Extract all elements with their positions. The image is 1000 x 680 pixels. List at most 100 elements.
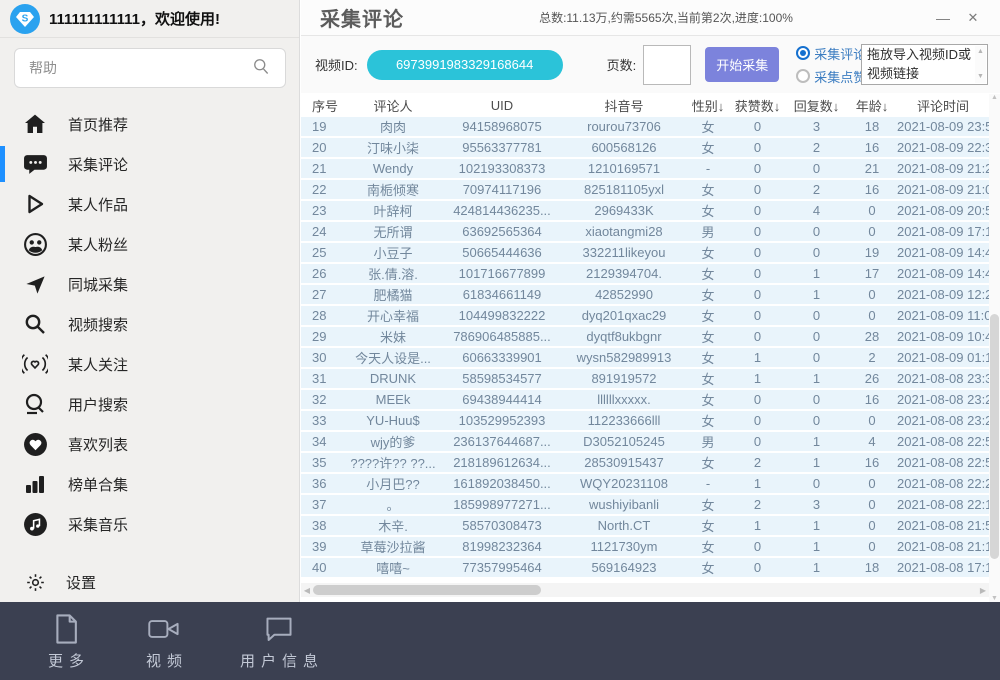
cell: 2021-08-08 23:2 (897, 411, 989, 430)
vertical-scrollbar[interactable]: ▲ ▼ (989, 94, 1000, 602)
cell: wjy的爹 (343, 432, 443, 451)
sidebar-item-label: 采集音乐 (68, 514, 128, 535)
search-box[interactable]: 帮助 (14, 48, 286, 88)
sidebar-item-9[interactable]: 榜单合集 (0, 464, 300, 504)
app-window: S 111111111111，欢迎使用! 帮助 首页推荐采集评论某人作品某人粉丝… (0, 0, 1000, 680)
sidebar-item-8[interactable]: 喜欢列表 (0, 424, 300, 464)
sidebar-item-0[interactable]: 首页推荐 (0, 104, 300, 144)
cell: 小月巴?? (343, 474, 443, 493)
radio-selected-icon[interactable] (796, 46, 810, 60)
cell: 0 (729, 117, 786, 136)
active-indicator (0, 386, 5, 422)
table-row[interactable]: 29米妹786906485885...dyqtf8ukbgnr女00282021… (301, 327, 989, 346)
table-row[interactable]: 24无所谓63692565364xiaotangmi28男0002021-08-… (301, 222, 989, 241)
start-collect-button[interactable]: 开始采集 (705, 47, 779, 82)
cell: 16 (847, 390, 897, 409)
cell: 35 (301, 453, 343, 472)
radio-unselected-icon[interactable] (796, 69, 810, 83)
video-id-input[interactable] (367, 50, 563, 80)
search-icon[interactable] (251, 56, 271, 81)
scroll-down-icon[interactable]: ▼ (989, 595, 1000, 602)
table-row[interactable]: 26张.倩.溶.1017166778992129394704.女01172021… (301, 264, 989, 283)
vertical-scroll-thumb[interactable] (990, 314, 999, 559)
table-row[interactable]: 40嘻嘻~77357995464569164923女01182021-08-08… (301, 558, 989, 577)
cell: 0 (729, 390, 786, 409)
minimize-button[interactable]: — (928, 10, 958, 26)
sidebar-item-6[interactable]: 某人关注 (0, 344, 300, 384)
table-row[interactable]: 28开心幸福104499832222dyq201qxac29女0002021-0… (301, 306, 989, 325)
cell: 0 (786, 327, 847, 346)
bottombar-item-0[interactable]: 更多 (38, 612, 94, 671)
radio-collect-likes[interactable]: 采集点赞 (796, 67, 866, 86)
sidebar-item-10[interactable]: 采集音乐 (0, 504, 300, 544)
table-row[interactable]: 20汀味小柒95563377781600568126女02162021-08-0… (301, 138, 989, 157)
radio-collect-comments[interactable]: 采集评论 (796, 44, 866, 63)
table-row[interactable]: 33YU-Huu$103529952393112233666lll女000202… (301, 411, 989, 430)
bottombar-item-2[interactable]: 用户信息 (234, 612, 324, 671)
table-row[interactable]: 35????许?? ??...218189612634...2853091543… (301, 453, 989, 472)
bottom-toolbar: 更多 视频用户信息 (0, 602, 1000, 680)
sidebar-item-3[interactable]: 某人粉丝 (0, 224, 300, 264)
progress-status-text: 总数:11.13万,约需5565次,当前第2次,进度:100% (404, 9, 928, 26)
cell: 女 (687, 201, 729, 220)
comments-table: 序号评论人UID抖音号性别↓获赞数↓回复数↓年龄↓评论时间 19肉肉941589… (301, 93, 989, 579)
table-row[interactable]: 31DRUNK58598534577891919572女11262021-08-… (301, 369, 989, 388)
bottombar-item-label: 更多 (48, 650, 90, 671)
cell: 2021-08-08 22:5 (897, 453, 989, 472)
sidebar-item-7[interactable]: 用户搜索 (0, 384, 300, 424)
horizontal-scroll-thumb[interactable] (313, 585, 541, 595)
cell: MEEk (343, 390, 443, 409)
close-button[interactable]: ✕ (958, 10, 988, 26)
table-row[interactable]: 23叶辞柯424814436235...2969433K女0402021-08-… (301, 201, 989, 220)
main-panel: 采集评论 总数:11.13万,约需5565次,当前第2次,进度:100% — ✕… (301, 0, 1000, 602)
scroll-left-icon[interactable]: ◀ (301, 586, 313, 595)
scroll-up-icon[interactable]: ▲ (989, 94, 1000, 101)
cell: Wendy (343, 159, 443, 178)
cell: 女 (687, 285, 729, 304)
cell: 2021-08-09 11:0 (897, 306, 989, 325)
table-row[interactable]: 25小豆子50665444636332211likeyou女00192021-0… (301, 243, 989, 262)
cell: rourou73706 (561, 117, 687, 136)
table-row[interactable]: 36小月巴??161892038450...WQY20231108-100202… (301, 474, 989, 493)
cell: 2969433K (561, 201, 687, 220)
cell: 332211likeyou (561, 243, 687, 262)
table-row[interactable]: 22南栀倾寒70974117196825181105yxl女02162021-0… (301, 180, 989, 199)
sidebar-item-1[interactable]: 采集评论 (0, 144, 300, 184)
table-row[interactable]: 38木辛.58570308473North.CT女1102021-08-08 2… (301, 516, 989, 535)
scroll-right-icon[interactable]: ▶ (977, 586, 989, 595)
svg-text:S: S (22, 13, 29, 24)
table-row[interactable]: 27肥橘猫6183466114942852990女0102021-08-09 1… (301, 285, 989, 304)
table-row[interactable]: 19肉肉94158968075rourou73706女03182021-08-0… (301, 117, 989, 136)
table-row[interactable]: 21Wendy1021933083731210169571-00212021-0… (301, 159, 989, 178)
sidebar-item-4[interactable]: 同城采集 (0, 264, 300, 304)
bottombar-item-1[interactable]: 视频 (136, 612, 192, 671)
table-row[interactable]: 30今天人设是...60663339901wysn582989913女10220… (301, 348, 989, 367)
cell: 小豆子 (343, 243, 443, 262)
table-row[interactable]: 32MEEk69438944414llllllxxxxx.女00162021-0… (301, 390, 989, 409)
column-header[interactable]: 年龄↓ (847, 95, 897, 115)
cell: 2021-08-09 14:4 (897, 264, 989, 283)
table-row[interactable]: 37。185998977271...wushiyibanli女2302021-0… (301, 495, 989, 514)
table-row[interactable]: 39草莓沙拉酱819982323641121730ym女0102021-08-0… (301, 537, 989, 556)
sidebar-item-settings[interactable]: 设置 (0, 564, 300, 600)
dropzone-textarea[interactable]: 拖放导入视频ID或视频链接 ▲▼ (861, 44, 988, 85)
sidebar-item-label: 榜单合集 (68, 474, 128, 495)
table-row[interactable]: 34wjy的爹236137644687...D3052105245男014202… (301, 432, 989, 451)
sidebar-item-5[interactable]: 视频搜索 (0, 304, 300, 344)
controls-bar: 视频ID: 页数: 开始采集 采集评论 采集点赞 拖放导入视频ID或视频链接 ▲… (301, 36, 1000, 93)
cell: 40 (301, 558, 343, 577)
cell: 女 (687, 390, 729, 409)
cell: 1 (786, 369, 847, 388)
cell: 1121730ym (561, 537, 687, 556)
cell: 2129394704. (561, 264, 687, 283)
cell: 女 (687, 453, 729, 472)
horizontal-scrollbar[interactable]: ◀ ▶ (301, 583, 989, 597)
table-header-row: 序号评论人UID抖音号性别↓获赞数↓回复数↓年龄↓评论时间 (301, 95, 989, 115)
column-header[interactable]: 回复数↓ (786, 95, 847, 115)
sidebar-item-2[interactable]: 某人作品 (0, 184, 300, 224)
cell: 31 (301, 369, 343, 388)
column-header[interactable]: 性别↓ (687, 95, 729, 115)
cell: 69438944414 (443, 390, 561, 409)
column-header[interactable]: 获赞数↓ (729, 95, 786, 115)
pages-input[interactable] (643, 45, 691, 85)
